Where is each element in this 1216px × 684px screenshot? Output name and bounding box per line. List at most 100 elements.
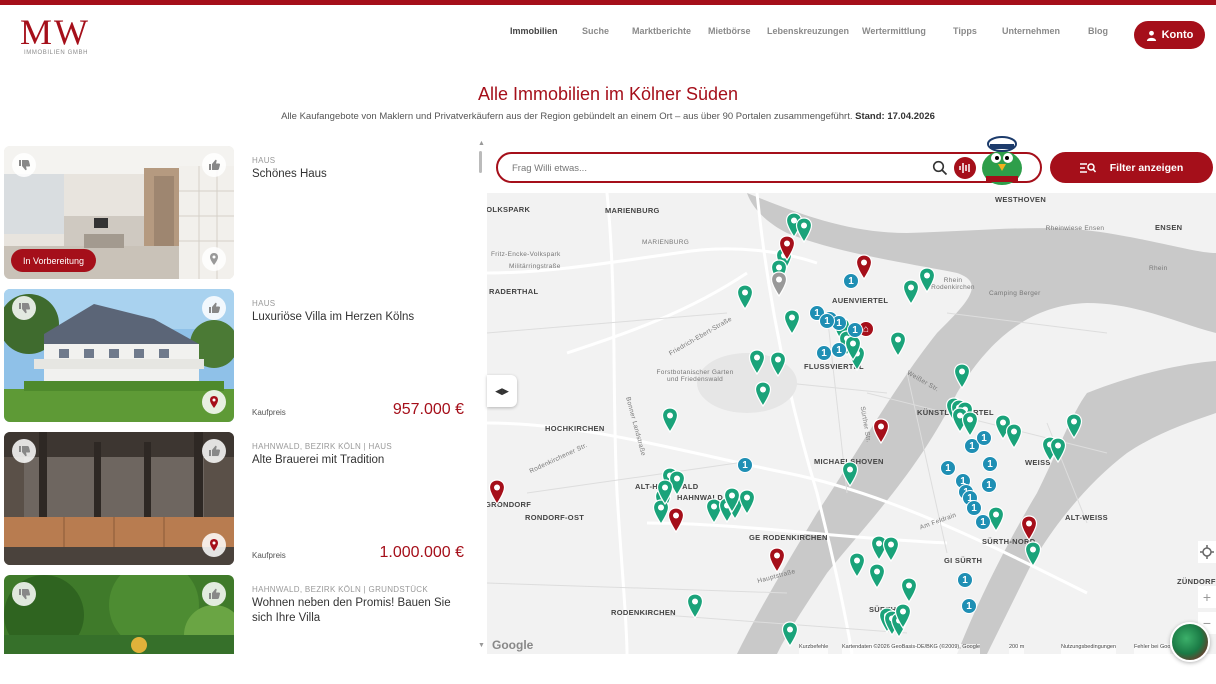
status-badge[interactable]: In Vorbereitung bbox=[11, 249, 97, 272]
nav-item-marktberichte[interactable]: Marktberichte bbox=[632, 26, 691, 36]
nav-item-blog[interactable]: Blog bbox=[1088, 26, 1108, 36]
show-filter-button[interactable]: Filter anzeigen bbox=[1050, 152, 1213, 183]
map-pin-green[interactable] bbox=[953, 363, 971, 389]
listing-title[interactable]: Alte Brauerei mit Tradition bbox=[252, 453, 467, 468]
map-pin-green[interactable] bbox=[736, 284, 754, 310]
map-pin-red[interactable] bbox=[667, 507, 685, 533]
map-cluster-marker[interactable]: 1 bbox=[976, 430, 992, 446]
map-shortcuts-link[interactable]: Kurzbefehle bbox=[799, 644, 829, 654]
map-pin-green[interactable] bbox=[841, 461, 859, 487]
map-cluster-marker[interactable]: 1 bbox=[940, 460, 956, 476]
chat-assistant-button[interactable] bbox=[1170, 622, 1210, 662]
listing-title[interactable]: Schönes Haus bbox=[252, 167, 467, 182]
scroll-up-icon[interactable]: ▲ bbox=[478, 140, 485, 147]
nav-item-tipps[interactable]: Tipps bbox=[953, 26, 977, 36]
listing-meta: HAUS bbox=[252, 299, 276, 308]
list-item[interactable]: In Vorbereitung HAUS Schönes Haus bbox=[4, 146, 474, 279]
scrollbar-thumb[interactable] bbox=[479, 151, 482, 173]
map-pin-green[interactable] bbox=[889, 331, 907, 357]
map-pin-red[interactable] bbox=[778, 235, 796, 261]
dislike-button[interactable] bbox=[12, 153, 36, 177]
map-pin-green[interactable] bbox=[900, 577, 918, 603]
ai-search-box[interactable] bbox=[496, 152, 1042, 183]
nav-item-unternehmen[interactable]: Unternehmen bbox=[1002, 26, 1060, 36]
show-on-map-button[interactable] bbox=[202, 390, 226, 414]
listing-photo[interactable] bbox=[4, 289, 234, 422]
map-pin-green[interactable] bbox=[656, 479, 674, 505]
search-icon[interactable] bbox=[932, 160, 948, 176]
map-pin-green[interactable] bbox=[1065, 413, 1083, 439]
search-input[interactable] bbox=[512, 160, 912, 176]
dislike-button[interactable] bbox=[12, 439, 36, 463]
map-pin-green[interactable] bbox=[783, 309, 801, 335]
voice-input-button[interactable] bbox=[954, 157, 976, 179]
map-cluster-marker[interactable]: 1 bbox=[957, 572, 973, 588]
locate-button[interactable] bbox=[1198, 541, 1216, 563]
dislike-button[interactable] bbox=[12, 582, 36, 606]
account-button[interactable]: Konto bbox=[1134, 21, 1205, 49]
list-item[interactable]: HAHNWALD, BEZIRK KÖLN | HAUS Alte Brauer… bbox=[4, 432, 474, 565]
nav-item-suche[interactable]: Suche bbox=[582, 26, 609, 36]
like-button[interactable] bbox=[202, 582, 226, 606]
report-error-link[interactable]: Fehler bei Google melden bbox=[1134, 644, 1170, 654]
map-cluster-marker[interactable]: 1 bbox=[982, 456, 998, 472]
map-view[interactable]: VOLKSPARK MARIENBURG MARIENBURG Fritz-En… bbox=[487, 193, 1216, 654]
listing-photo[interactable] bbox=[4, 575, 234, 654]
nav-item-mietboerse[interactable]: Mietbörse bbox=[708, 26, 751, 36]
list-scrollbar[interactable]: ▲ ▼ bbox=[475, 140, 485, 654]
map-cluster-marker[interactable]: 1 bbox=[816, 345, 832, 361]
map-cluster-marker[interactable]: 1 bbox=[831, 342, 847, 358]
map-pin-green[interactable] bbox=[748, 349, 766, 375]
stand-date: Stand: 17.04.2026 bbox=[855, 111, 935, 122]
listing-title[interactable]: Luxuriöse Villa im Herzen Kölns bbox=[252, 310, 467, 325]
map-cluster-marker[interactable]: 1 bbox=[961, 598, 977, 614]
toggle-list-button[interactable]: ◀▶ bbox=[487, 375, 517, 407]
map-cluster-marker[interactable]: 1 bbox=[847, 322, 863, 338]
map-pin-green[interactable] bbox=[795, 217, 813, 243]
map-pin-red[interactable] bbox=[488, 479, 506, 505]
listing-photo[interactable]: In Vorbereitung bbox=[4, 146, 234, 279]
like-button[interactable] bbox=[202, 153, 226, 177]
show-on-map-button[interactable] bbox=[202, 247, 226, 271]
map-pin-green[interactable] bbox=[918, 267, 936, 293]
map-pin-green[interactable] bbox=[769, 351, 787, 377]
zoom-in-button[interactable]: + bbox=[1198, 586, 1216, 608]
map-cluster-marker[interactable]: 1 bbox=[981, 477, 997, 493]
map-pin-red[interactable] bbox=[872, 418, 890, 444]
map-pin-green[interactable] bbox=[661, 407, 679, 433]
map-pin-green[interactable] bbox=[894, 603, 912, 629]
map-pin-green[interactable] bbox=[1005, 423, 1023, 449]
map-pin-red[interactable] bbox=[768, 547, 786, 573]
map-pin-green[interactable] bbox=[868, 563, 886, 589]
list-item[interactable]: HAHNWALD, BEZIRK KÖLN | GRUNDSTÜCK Wohne… bbox=[4, 575, 474, 654]
map-cluster-marker[interactable]: 1 bbox=[843, 273, 859, 289]
like-button[interactable] bbox=[202, 439, 226, 463]
willi-mascot-icon[interactable] bbox=[976, 130, 1028, 186]
thumbs-down-icon bbox=[19, 160, 31, 171]
listing-title[interactable]: Wohnen neben den Promis! Bauen Sie sich … bbox=[252, 596, 467, 626]
map-pin-green[interactable] bbox=[686, 593, 704, 619]
dislike-button[interactable] bbox=[12, 296, 36, 320]
map-pin-green[interactable] bbox=[1049, 437, 1067, 463]
map-pin-green[interactable] bbox=[723, 487, 741, 513]
map-pin-green[interactable] bbox=[882, 536, 900, 562]
show-on-map-button[interactable] bbox=[202, 533, 226, 557]
map-pin-green[interactable] bbox=[1024, 541, 1042, 567]
nav-item-wertermittlung[interactable]: Wertermittlung bbox=[862, 26, 926, 36]
map-cluster-marker[interactable]: 1 bbox=[819, 313, 835, 329]
map-cluster-marker[interactable]: 1 bbox=[737, 457, 753, 473]
like-button[interactable] bbox=[202, 296, 226, 320]
map-pin-green[interactable] bbox=[848, 552, 866, 578]
map-pin-green[interactable] bbox=[781, 621, 799, 647]
logo[interactable]: MW IMMOBILIEN GMBH bbox=[20, 14, 100, 62]
map-pin-grey[interactable] bbox=[770, 271, 788, 297]
list-item[interactable]: HAUS Luxuriöse Villa im Herzen Kölns Kau… bbox=[4, 289, 474, 422]
terms-link[interactable]: Nutzungsbedingungen bbox=[1061, 644, 1117, 654]
nav-item-immobilien[interactable]: Immobilien bbox=[510, 26, 558, 36]
map-pin-red[interactable] bbox=[1020, 515, 1038, 541]
nav-item-lebenskreuzungen[interactable]: Lebenskreuzungen bbox=[767, 26, 849, 36]
map-pin-green[interactable] bbox=[754, 381, 772, 407]
scroll-down-icon[interactable]: ▼ bbox=[478, 642, 485, 649]
map-cluster-marker[interactable]: 1 bbox=[975, 514, 991, 530]
listing-photo[interactable] bbox=[4, 432, 234, 565]
